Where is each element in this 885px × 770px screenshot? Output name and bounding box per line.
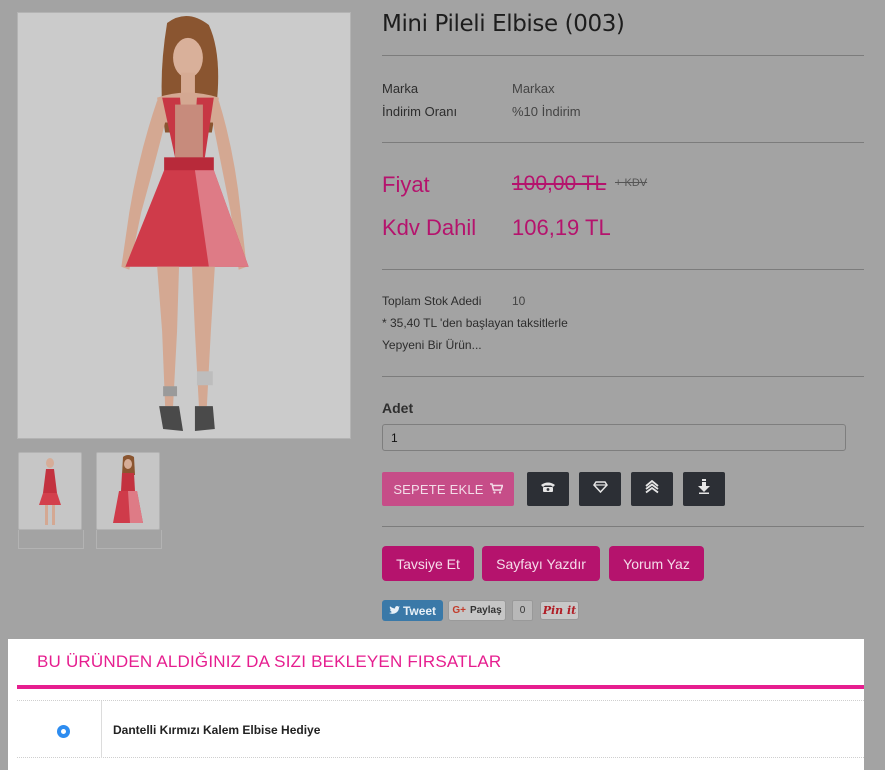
favorite-button[interactable] bbox=[579, 472, 621, 506]
offers-panel: BU ÜRÜNDEN ALDIĞINIZ DA SIZI BEKLEYEN FI… bbox=[8, 639, 864, 770]
offer-row[interactable]: Dantelli Kırmızı Kalem Elbise Hediye bbox=[17, 700, 864, 758]
diamond-icon bbox=[592, 480, 608, 498]
divider bbox=[382, 526, 864, 527]
discount-value: %10 İndirim bbox=[512, 104, 581, 119]
thumbnail-caption-1 bbox=[18, 530, 84, 549]
gplus-label: Paylaş bbox=[469, 605, 502, 616]
divider bbox=[382, 55, 864, 56]
kdv-note: + KDV bbox=[615, 177, 648, 189]
phone-icon bbox=[540, 480, 556, 498]
pinit-button[interactable]: Pin it bbox=[540, 601, 579, 620]
brand-label: Marka bbox=[382, 81, 419, 96]
installment-text: * 35,40 TL 'den başlayan taksitlerle bbox=[382, 316, 568, 330]
product-main-image[interactable] bbox=[17, 12, 351, 439]
write-review-button[interactable]: Yorum Yaz bbox=[609, 546, 704, 581]
stock-label: Toplam Stok Adedi bbox=[382, 294, 482, 308]
stock-value: 10 bbox=[512, 294, 526, 308]
quantity-input[interactable] bbox=[382, 424, 846, 451]
offer-name: Dantelli Kırmızı Kalem Elbise Hediye bbox=[113, 723, 321, 737]
thumbnail-caption-2 bbox=[96, 530, 162, 549]
download-icon bbox=[698, 479, 710, 499]
divider bbox=[382, 376, 864, 377]
add-to-cart-button[interactable]: SEPETE EKLE bbox=[382, 472, 514, 506]
divider bbox=[382, 142, 864, 143]
old-price: 100,00 TL bbox=[512, 172, 607, 195]
tweet-button[interactable]: Tweet bbox=[382, 600, 443, 621]
phone-order-button[interactable] bbox=[527, 472, 569, 506]
print-page-button[interactable]: Sayfayı Yazdır bbox=[482, 546, 600, 581]
kdv-included-label: Kdv Dahil bbox=[382, 215, 477, 240]
gplus-count: 0 bbox=[512, 600, 533, 621]
gplus-share-button[interactable]: G+ Paylaş bbox=[448, 600, 506, 621]
divider bbox=[382, 269, 864, 270]
price-label: Fiyat bbox=[382, 172, 430, 197]
row-divider bbox=[101, 701, 102, 758]
cart-icon bbox=[489, 482, 504, 497]
download-button[interactable] bbox=[683, 472, 725, 506]
brand-value: Markax bbox=[512, 81, 555, 96]
product-thumbnail-1[interactable] bbox=[18, 452, 82, 530]
price-with-tax: 106,19 TL bbox=[512, 215, 611, 240]
product-title: Mini Pileli Elbise (003) bbox=[382, 11, 625, 37]
recommend-button[interactable]: Tavsiye Et bbox=[382, 546, 474, 581]
twitter-bird-icon bbox=[388, 604, 400, 618]
layers-icon bbox=[645, 479, 659, 499]
offer-radio[interactable] bbox=[57, 725, 70, 738]
offers-title: BU ÜRÜNDEN ALDIĞINIZ DA SIZI BEKLEYEN FI… bbox=[37, 652, 502, 671]
add-to-cart-label: SEPETE EKLE bbox=[393, 481, 484, 497]
product-thumbnail-2[interactable] bbox=[96, 452, 160, 530]
gplus-icon: G+ bbox=[452, 605, 466, 616]
condition-text: Yepyeni Bir Ürün... bbox=[382, 338, 482, 352]
compare-button[interactable] bbox=[631, 472, 673, 506]
tweet-label: Tweet bbox=[402, 603, 437, 618]
quantity-label: Adet bbox=[382, 400, 414, 416]
offers-accent-line bbox=[17, 685, 864, 689]
discount-label: İndirim Oranı bbox=[382, 104, 458, 119]
